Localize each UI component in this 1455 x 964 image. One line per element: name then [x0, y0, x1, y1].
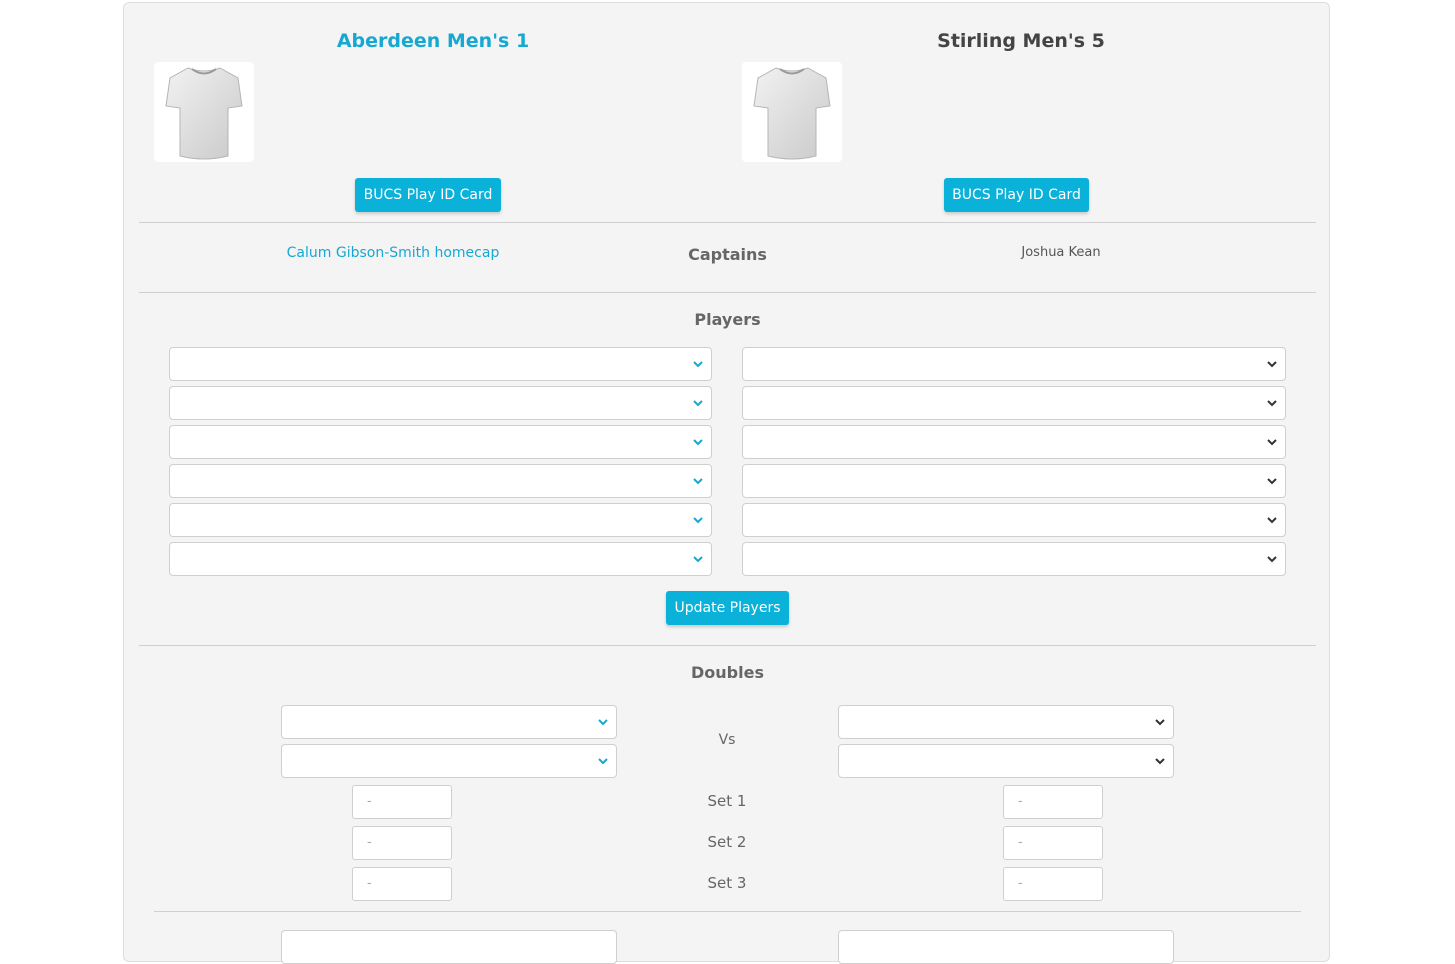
doubles-home-player-1-select[interactable] [281, 705, 617, 739]
chevron-down-icon [1267, 439, 1277, 446]
t-shirt-icon [165, 67, 243, 160]
away-player-4-select[interactable] [742, 464, 1286, 498]
doubles-away-player-1-select[interactable] [838, 705, 1174, 739]
away-player-1-select[interactable] [742, 347, 1286, 381]
home-player-1-select[interactable] [169, 347, 712, 381]
doubles-away-player-2-select[interactable] [838, 744, 1174, 778]
away-player-6-select[interactable] [742, 542, 1286, 576]
captains-heading: Captains [688, 245, 767, 264]
home-player-4-select[interactable] [169, 464, 712, 498]
away-player-5-select[interactable] [742, 503, 1286, 537]
set-2-label: Set 2 [707, 833, 747, 851]
chevron-down-icon [598, 758, 608, 765]
divider [139, 645, 1316, 646]
set-1-away-score-input[interactable]: - [1003, 785, 1103, 819]
t-shirt-icon [753, 67, 831, 160]
home-player-5-select[interactable] [169, 503, 712, 537]
away-captain-name: Joshua Kean [1021, 245, 1101, 260]
doubles-home-player-2-select[interactable] [281, 744, 617, 778]
set-3-home-score-input[interactable]: - [352, 867, 452, 901]
chevron-down-icon [1267, 556, 1277, 563]
chevron-down-icon [1267, 478, 1277, 485]
next-doubles-away-select[interactable] [838, 930, 1174, 964]
doubles-heading: Doubles [691, 663, 764, 682]
chevron-down-icon [1155, 719, 1165, 726]
home-shirt-image [154, 62, 254, 162]
home-player-3-select[interactable] [169, 425, 712, 459]
next-doubles-home-select[interactable] [281, 930, 617, 964]
chevron-down-icon [693, 556, 703, 563]
away-player-2-select[interactable] [742, 386, 1286, 420]
home-player-6-select[interactable] [169, 542, 712, 576]
home-team-name[interactable]: Aberdeen Men's 1 [223, 28, 643, 54]
set-1-home-score-input[interactable]: - [352, 785, 452, 819]
chevron-down-icon [1267, 517, 1277, 524]
divider [154, 911, 1301, 912]
chevron-down-icon [693, 361, 703, 368]
update-players-button[interactable]: Update Players [666, 591, 789, 625]
chevron-down-icon [693, 517, 703, 524]
set-3-away-score-input[interactable]: - [1003, 867, 1103, 901]
chevron-down-icon [693, 439, 703, 446]
home-player-2-select[interactable] [169, 386, 712, 420]
chevron-down-icon [1267, 361, 1277, 368]
set-3-label: Set 3 [707, 874, 747, 892]
chevron-down-icon [693, 400, 703, 407]
away-player-3-select[interactable] [742, 425, 1286, 459]
divider [139, 222, 1316, 223]
set-1-label: Set 1 [707, 792, 747, 810]
away-team-name: Stirling Men's 5 [937, 30, 1105, 52]
chevron-down-icon [693, 478, 703, 485]
away-id-card-button[interactable]: BUCS Play ID Card [944, 178, 1089, 212]
away-shirt-image [742, 62, 842, 162]
divider [139, 292, 1316, 293]
chevron-down-icon [1155, 758, 1165, 765]
chevron-down-icon [598, 719, 608, 726]
vs-label: Vs [718, 732, 736, 748]
home-id-card-button[interactable]: BUCS Play ID Card [355, 178, 501, 212]
set-2-home-score-input[interactable]: - [352, 826, 452, 860]
players-heading: Players [694, 310, 761, 329]
set-2-away-score-input[interactable]: - [1003, 826, 1103, 860]
chevron-down-icon [1267, 400, 1277, 407]
